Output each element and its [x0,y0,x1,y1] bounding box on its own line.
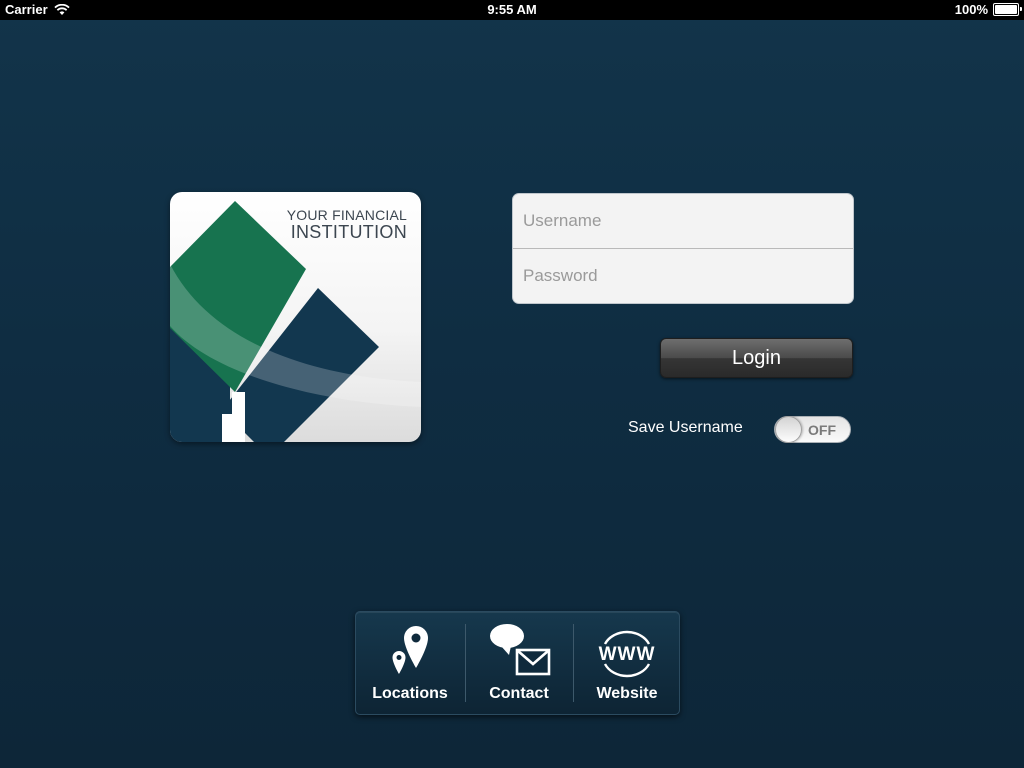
login-button-label: Login [732,346,781,369]
contact-chat-mail-icon [490,624,551,676]
www-globe-icon: WWW [599,630,656,678]
svg-text:WWW: WWW [599,644,656,665]
login-fields [512,193,854,304]
location-pin-icon [392,626,428,674]
username-input[interactable] [513,194,853,248]
status-bar: Carrier 9:55 AM 100% [0,0,1024,20]
status-right: 100% [954,2,1022,17]
toggle-state-label: OFF [808,422,836,438]
battery-fill [995,5,1017,14]
logo-line-1: YOUR FINANCIAL [286,207,407,223]
contact-label: Contact [489,685,549,702]
clock: 9:55 AM [487,2,537,17]
toggle-knob [775,416,802,443]
locations-label: Locations [372,685,448,702]
logo-text: YOUR FINANCIAL INSTITUTION [287,208,407,242]
bottom-toolbar: Locations Contact WWW Website [355,611,680,715]
login-button[interactable]: Login [660,338,853,378]
password-input[interactable] [513,249,853,303]
save-username-toggle[interactable]: OFF [774,416,851,443]
battery-tip [1020,7,1022,11]
save-username-label: Save Username [628,419,743,436]
locations-button[interactable]: Locations [356,612,464,716]
institution-logo: YOUR FINANCIAL INSTITUTION [170,192,421,442]
website-button[interactable]: WWW Website [573,612,681,716]
battery-percent: 100% [954,2,988,17]
contact-button[interactable]: Contact [465,612,573,716]
website-label: Website [596,685,658,702]
battery-icon [993,3,1022,16]
logo-line-2: INSTITUTION [290,221,407,242]
